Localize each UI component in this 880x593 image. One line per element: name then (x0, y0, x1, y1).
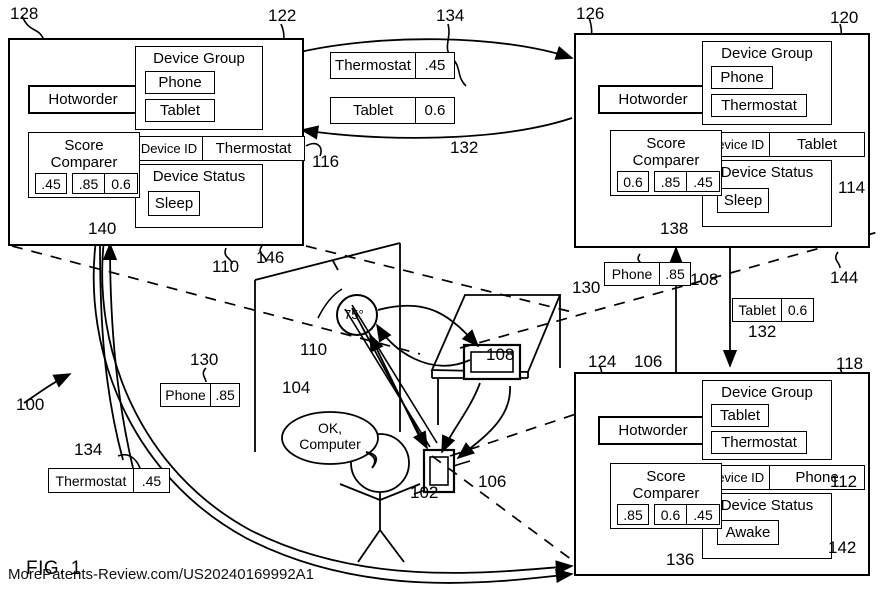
ref-104: 104 (282, 378, 311, 397)
ref-116: 116 (312, 152, 340, 171)
score-other: 0.6 (104, 173, 138, 194)
ref-128: 128 (10, 4, 39, 23)
device-group-title: Device Group (721, 384, 813, 401)
ref-134: 134 (436, 6, 465, 25)
device-id-row[interactable]: Device ID Thermostat (135, 136, 305, 161)
hotworder-label: Hotworder (48, 91, 118, 108)
ref-108-right: 108 (690, 270, 719, 289)
score-comparer-box[interactable]: Score Comparer .85 0.6 .45 (610, 463, 722, 529)
score-comparer-box[interactable]: Score Comparer 0.6 .85 .45 (610, 130, 722, 196)
device-group-member[interactable]: Tablet (145, 99, 215, 122)
score-message-phone-center[interactable]: Phone .85 (160, 383, 240, 407)
hotworder-box[interactable]: Hotworder (598, 85, 708, 114)
arrow-to-top-left (99, 242, 134, 469)
device-group-member[interactable]: Thermostat (711, 94, 807, 117)
score-comparer-title: Score (646, 468, 686, 485)
device-status-value[interactable]: Awake (717, 520, 779, 545)
score-other: .85 (653, 171, 688, 192)
ref-142: 142 (828, 538, 857, 557)
device-panel-thermostat[interactable]: Hotworder Device Group Phone Tablet Devi… (8, 38, 305, 246)
score-message-tablet-right[interactable]: Tablet 0.6 (732, 298, 814, 322)
patent-figure-canvas: Hotworder Device Group Phone Tablet Devi… (0, 0, 880, 593)
device-status-title: Device Status (720, 497, 814, 514)
ref-110-scene: 110 (300, 340, 328, 359)
ref-122: 122 (268, 6, 297, 25)
ref-106-scene: 106 (478, 472, 507, 491)
hotworder-label: Hotworder (618, 91, 688, 108)
ref-130-left: 130 (190, 350, 219, 369)
ref-126: 126 (576, 4, 605, 23)
device-status-title: Device Status (152, 168, 246, 185)
ref-130-right: 130 (572, 278, 601, 297)
ref-120: 120 (830, 8, 859, 27)
hotworder-box[interactable]: Hotworder (28, 85, 138, 114)
device-status-box[interactable]: Device Status Sleep (135, 164, 263, 228)
score-message-tablet-top[interactable]: Tablet 0.6 (330, 97, 455, 124)
score-other: .45 (686, 504, 720, 525)
ref-114: 114 (838, 178, 866, 197)
device-group-title: Device Group (153, 50, 245, 67)
ref-118: 118 (836, 354, 864, 373)
score-comparer-title: Score (64, 137, 104, 154)
device-group-member[interactable]: Phone (145, 71, 215, 94)
score-other: 0.6 (653, 504, 688, 525)
device-group-box[interactable]: Device Group Phone Thermostat (702, 41, 832, 125)
ref-134-left: 134 (74, 440, 103, 459)
device-id-key: Device ID (136, 137, 203, 160)
device-group-box[interactable]: Device Group Phone Tablet (135, 46, 263, 130)
device-group-member[interactable]: Phone (711, 66, 773, 89)
ref-132-right: 132 (748, 322, 777, 341)
score-message-phone-right[interactable]: Phone .85 (604, 262, 691, 286)
hotworder-label: Hotworder (618, 422, 688, 439)
score-other: .45 (686, 171, 720, 192)
device-panel-tablet[interactable]: Hotworder Device Group Phone Thermostat … (574, 33, 870, 248)
ref-102: 102 (410, 483, 439, 502)
score-own: .85 (617, 504, 649, 525)
ref-110: 110 (212, 257, 240, 276)
ref-100: 100 (16, 395, 45, 414)
score-own: 0.6 (617, 171, 649, 192)
device-id-value: Thermostat (215, 140, 292, 157)
device-group-member[interactable]: Thermostat (711, 431, 807, 454)
device-group-member[interactable]: Tablet (711, 404, 769, 427)
device-panel-phone[interactable]: Hotworder Device Group Tablet Thermostat… (574, 372, 870, 576)
ref-108-scene: 108 (486, 345, 515, 364)
ref-144: 144 (830, 268, 859, 287)
score-message-thermostat-top[interactable]: Thermostat .45 (330, 52, 455, 79)
ref-146: 146 (256, 248, 285, 267)
ref-106-panel: 106 (634, 352, 663, 371)
device-id-row[interactable]: Device ID Tablet (702, 132, 865, 157)
score-other: .85 (71, 173, 106, 194)
device-group-title: Device Group (721, 45, 813, 62)
device-status-title: Device Status (720, 164, 814, 181)
device-status-value[interactable]: Sleep (717, 188, 769, 213)
hotworder-box[interactable]: Hotworder (598, 416, 708, 445)
ref-132: 132 (450, 138, 479, 157)
score-own: .45 (35, 173, 67, 194)
device-group-box[interactable]: Device Group Tablet Thermostat (702, 380, 832, 460)
ref-140: 140 (88, 219, 117, 238)
watermark: MorePatents-Review.com/US20240169992A1 (8, 566, 315, 583)
device-id-value: Tablet (796, 136, 838, 153)
score-comparer-title: Score (646, 135, 686, 152)
ref-136: 136 (666, 550, 695, 569)
ref-124: 124 (588, 352, 617, 371)
device-status-value[interactable]: Sleep (148, 191, 200, 216)
score-message-thermostat-left[interactable]: Thermostat .45 (48, 468, 170, 493)
speech-bubble-text: OK, Computer (299, 420, 361, 452)
ref-112: 112 (830, 472, 858, 491)
score-comparer-box[interactable]: Score Comparer .45 .85 0.6 (28, 132, 140, 198)
ref-138: 138 (660, 219, 689, 238)
thermostat-reading: 75° (344, 307, 364, 322)
